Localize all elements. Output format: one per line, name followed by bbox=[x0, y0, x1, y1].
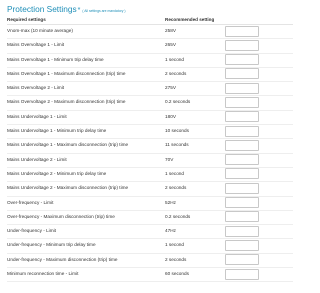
recommended-setting-header: Recommended setting bbox=[165, 17, 215, 22]
table-row: Mains Undervoltage 2 - Limit 70V bbox=[7, 154, 293, 168]
setting-label: Mains Undervoltage 1 - Minimum trip dela… bbox=[7, 128, 107, 134]
table-row: Mains Undervoltage 2 - Maximum disconnec… bbox=[7, 182, 293, 197]
table-row: Minimum reconnection time - Limit 60 seco… bbox=[7, 268, 293, 283]
recommended-value: 70V bbox=[165, 156, 174, 162]
recommended-value: 10 seconds bbox=[165, 128, 189, 134]
required-asterisk: * bbox=[77, 7, 81, 14]
setting-input[interactable] bbox=[225, 154, 259, 166]
setting-input[interactable] bbox=[225, 211, 259, 223]
recommended-value: 60 seconds bbox=[165, 271, 189, 277]
table-row: Under-frequency - Limit 47Hz bbox=[7, 225, 293, 240]
setting-input[interactable] bbox=[225, 268, 259, 280]
setting-input[interactable] bbox=[225, 225, 259, 237]
table-row: Mains Overvoltage 1 - Limit 265V bbox=[7, 39, 293, 54]
setting-input[interactable] bbox=[225, 125, 259, 137]
recommended-value: 2 seconds bbox=[165, 256, 187, 262]
setting-input[interactable] bbox=[225, 168, 259, 180]
setting-label: Mains Undervoltage 2 - Maximum disconnec… bbox=[7, 185, 129, 191]
table-header: Required settings Recommended setting bbox=[7, 17, 265, 23]
recommended-value: 2 seconds bbox=[165, 185, 187, 191]
table-row: Mains Undervoltage 1 - Maximum disconnec… bbox=[7, 139, 293, 154]
setting-input[interactable] bbox=[225, 39, 259, 51]
table-row: Mains Overvoltage 2 - Limit 275V bbox=[7, 82, 293, 97]
setting-input[interactable] bbox=[225, 239, 259, 251]
setting-input[interactable] bbox=[225, 25, 259, 37]
settings-table: Vnom-max (10 minute average) 258V Mains Ov… bbox=[7, 25, 293, 283]
setting-input[interactable] bbox=[225, 54, 259, 66]
required-settings-header: Required settings bbox=[7, 17, 46, 22]
setting-label: Mains Undervoltage 2 - Limit bbox=[7, 156, 67, 162]
setting-input[interactable] bbox=[225, 68, 259, 80]
table-row: Under-frequency - Maximum disconnection … bbox=[7, 254, 293, 269]
recommended-value: 258V bbox=[165, 28, 176, 33]
setting-label: Mains Overvoltage 1 - Maximum disconnect… bbox=[7, 70, 126, 76]
protection-settings-panel: Protection Settings * ( All settings are… bbox=[0, 0, 300, 293]
setting-input[interactable] bbox=[225, 197, 259, 209]
setting-label: Under-frequency - Minimum trip delay tim… bbox=[7, 242, 96, 248]
setting-label: Mains Overvoltage 1 - Minimum trip delay… bbox=[7, 56, 104, 62]
table-row: Over-frequency - Limit 52Hz bbox=[7, 197, 293, 211]
setting-label: Under-frequency - Limit bbox=[7, 228, 56, 234]
table-row: Mains Overvoltage 2 - Maximum disconnect… bbox=[7, 96, 293, 111]
recommended-value: 47Hz bbox=[165, 228, 176, 234]
setting-label: Mains Undervoltage 1 - Maximum disconnec… bbox=[7, 142, 129, 148]
recommended-value: 0.2 seconds bbox=[165, 213, 191, 219]
setting-input[interactable] bbox=[225, 254, 259, 266]
setting-input[interactable] bbox=[225, 96, 259, 108]
setting-label: Vnom-max (10 minute average) bbox=[7, 28, 73, 33]
setting-label: Mains Undervoltage 2 - Minimum trip dela… bbox=[7, 170, 107, 176]
setting-label: Minimum reconnection time - Limit bbox=[7, 271, 79, 277]
recommended-value: 1 second bbox=[165, 170, 185, 176]
setting-label: Under-frequency - Maximum disconnection … bbox=[7, 256, 118, 262]
table-row: Under-frequency - Minimum trip delay tim… bbox=[7, 239, 293, 254]
setting-label: Over-frequency - Maximum disconnection (… bbox=[7, 213, 115, 219]
recommended-value: 11 seconds bbox=[165, 142, 189, 148]
setting-label: Mains Overvoltage 1 - Limit bbox=[7, 42, 65, 48]
table-row: Mains Overvoltage 1 - Minimum trip delay… bbox=[7, 54, 293, 68]
setting-input[interactable] bbox=[225, 82, 259, 94]
table-row: Mains Undervoltage 2 - Minimum trip dela… bbox=[7, 168, 293, 183]
table-row: Mains Overvoltage 1 - Maximum disconnect… bbox=[7, 68, 293, 83]
mandatory-note: ( All settings are mandatory ) bbox=[82, 9, 126, 13]
setting-input[interactable] bbox=[225, 111, 259, 123]
page-title: Protection Settings bbox=[7, 4, 77, 14]
recommended-value: 275V bbox=[165, 85, 176, 91]
recommended-value: 1 second bbox=[165, 56, 185, 62]
recommended-value: 2 seconds bbox=[165, 70, 187, 76]
table-row: Vnom-max (10 minute average) 258V bbox=[7, 25, 293, 40]
setting-input[interactable] bbox=[225, 139, 259, 151]
setting-label: Mains Undervoltage 1 - Limit bbox=[7, 113, 67, 119]
table-row: Over-frequency - Maximum disconnection (… bbox=[7, 211, 293, 226]
recommended-value: 52Hz bbox=[165, 199, 176, 205]
recommended-value: 1 second bbox=[165, 242, 185, 248]
table-row: Mains Undervoltage 1 - Limit 180V bbox=[7, 111, 293, 126]
panel-header: Protection Settings * ( All settings are… bbox=[7, 4, 126, 14]
setting-label: Mains Overvoltage 2 - Maximum disconnect… bbox=[7, 99, 126, 105]
recommended-value: 180V bbox=[165, 113, 176, 119]
recommended-value: 0.2 seconds bbox=[165, 99, 191, 105]
table-row: Mains Undervoltage 1 - Minimum trip dela… bbox=[7, 125, 293, 140]
setting-label: Mains Overvoltage 2 - Limit bbox=[7, 85, 65, 91]
setting-label: Over-frequency - Limit bbox=[7, 199, 54, 205]
setting-input[interactable] bbox=[225, 182, 259, 194]
recommended-value: 265V bbox=[165, 42, 176, 48]
